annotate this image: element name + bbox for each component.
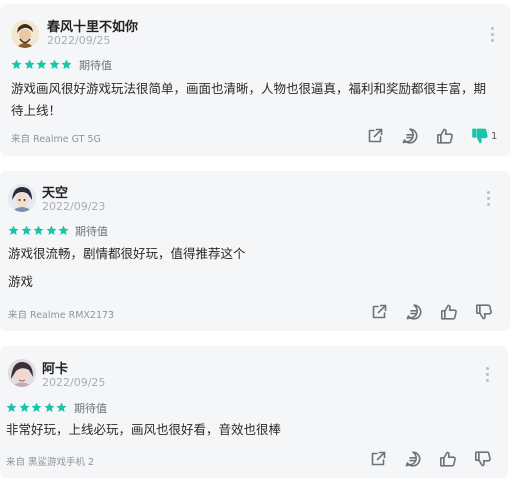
thumbs-up-icon[interactable]: [440, 303, 458, 321]
device-info: 来自 黑鲨游戏手机 2: [6, 457, 95, 468]
username[interactable]: 春风十里不如你: [47, 16, 138, 35]
avatar[interactable]: [11, 20, 39, 48]
review-text: 非常好玩，上线必玩，画风也很好看，音效也很棒: [6, 422, 282, 437]
rating-stars: [6, 402, 69, 414]
star-icon: [44, 402, 54, 412]
comment-icon[interactable]: [405, 303, 423, 321]
username[interactable]: 阿卡: [42, 358, 68, 377]
dislike-count: 1: [491, 131, 498, 142]
rating-tag: 期待值: [75, 225, 108, 238]
star-icon: [24, 59, 34, 69]
thumbs-down-icon[interactable]: [475, 303, 493, 321]
star-icon: [56, 402, 67, 412]
review-card: 春风十里不如你 2022/09/25 期待值 游戏画风很好游戏玩法很简单，画面也…: [0, 4, 510, 156]
thumbs-up-icon[interactable]: [439, 450, 457, 468]
device-info: 来自 Realme GT 5G: [11, 134, 101, 145]
star-icon: [21, 225, 31, 235]
username[interactable]: 天空: [42, 182, 68, 201]
star-icon: [6, 402, 17, 412]
avatar[interactable]: [8, 359, 36, 387]
star-icon: [31, 402, 42, 412]
star-icon: [58, 225, 69, 235]
review-date: 2022/09/25: [47, 34, 111, 47]
star-icon: [19, 402, 29, 412]
star-icon: [36, 59, 47, 69]
review-text-extra: 游戏: [8, 274, 34, 289]
review-card: 天空 2022/09/23 期待值 游戏很流畅，剧情都很好玩，值得推荐这个 游戏…: [0, 171, 510, 331]
star-icon: [61, 59, 72, 69]
comment-icon[interactable]: [401, 127, 419, 145]
review-card: 阿卡 2022/09/25 期待值 非常好玩，上线必玩，画风也很好看，音效也很棒…: [0, 346, 508, 478]
rating-tag: 期待值: [74, 402, 107, 415]
review-text: 游戏画风很好游戏玩法很简单，画面也清晰，人物也很逼真，福利和奖励都很丰富，期待上…: [11, 81, 487, 118]
rating-stars: [8, 225, 71, 237]
review-text: 游戏很流畅，剧情都很好玩，值得推荐这个: [8, 246, 246, 261]
device-info: 来自 Realme RMX2173: [8, 310, 115, 321]
share-icon[interactable]: [366, 127, 384, 145]
share-icon[interactable]: [369, 450, 387, 468]
star-icon: [49, 59, 59, 69]
review-date: 2022/09/25: [42, 376, 106, 389]
more-vertical-icon[interactable]: [491, 27, 495, 43]
more-vertical-icon[interactable]: [487, 191, 491, 207]
thumbs-down-icon[interactable]: [474, 450, 492, 468]
thumbs-down-icon[interactable]: [471, 127, 489, 145]
review-date: 2022/09/23: [42, 200, 106, 213]
thumbs-up-icon[interactable]: [436, 127, 454, 145]
star-icon: [8, 225, 19, 235]
star-icon: [11, 59, 22, 69]
comment-icon[interactable]: [404, 450, 422, 468]
star-icon: [33, 225, 44, 235]
rating-stars: [11, 59, 74, 71]
avatar[interactable]: [8, 184, 36, 212]
star-icon: [46, 225, 56, 235]
rating-tag: 期待值: [79, 59, 112, 72]
more-vertical-icon[interactable]: [486, 367, 490, 383]
share-icon[interactable]: [370, 303, 388, 321]
